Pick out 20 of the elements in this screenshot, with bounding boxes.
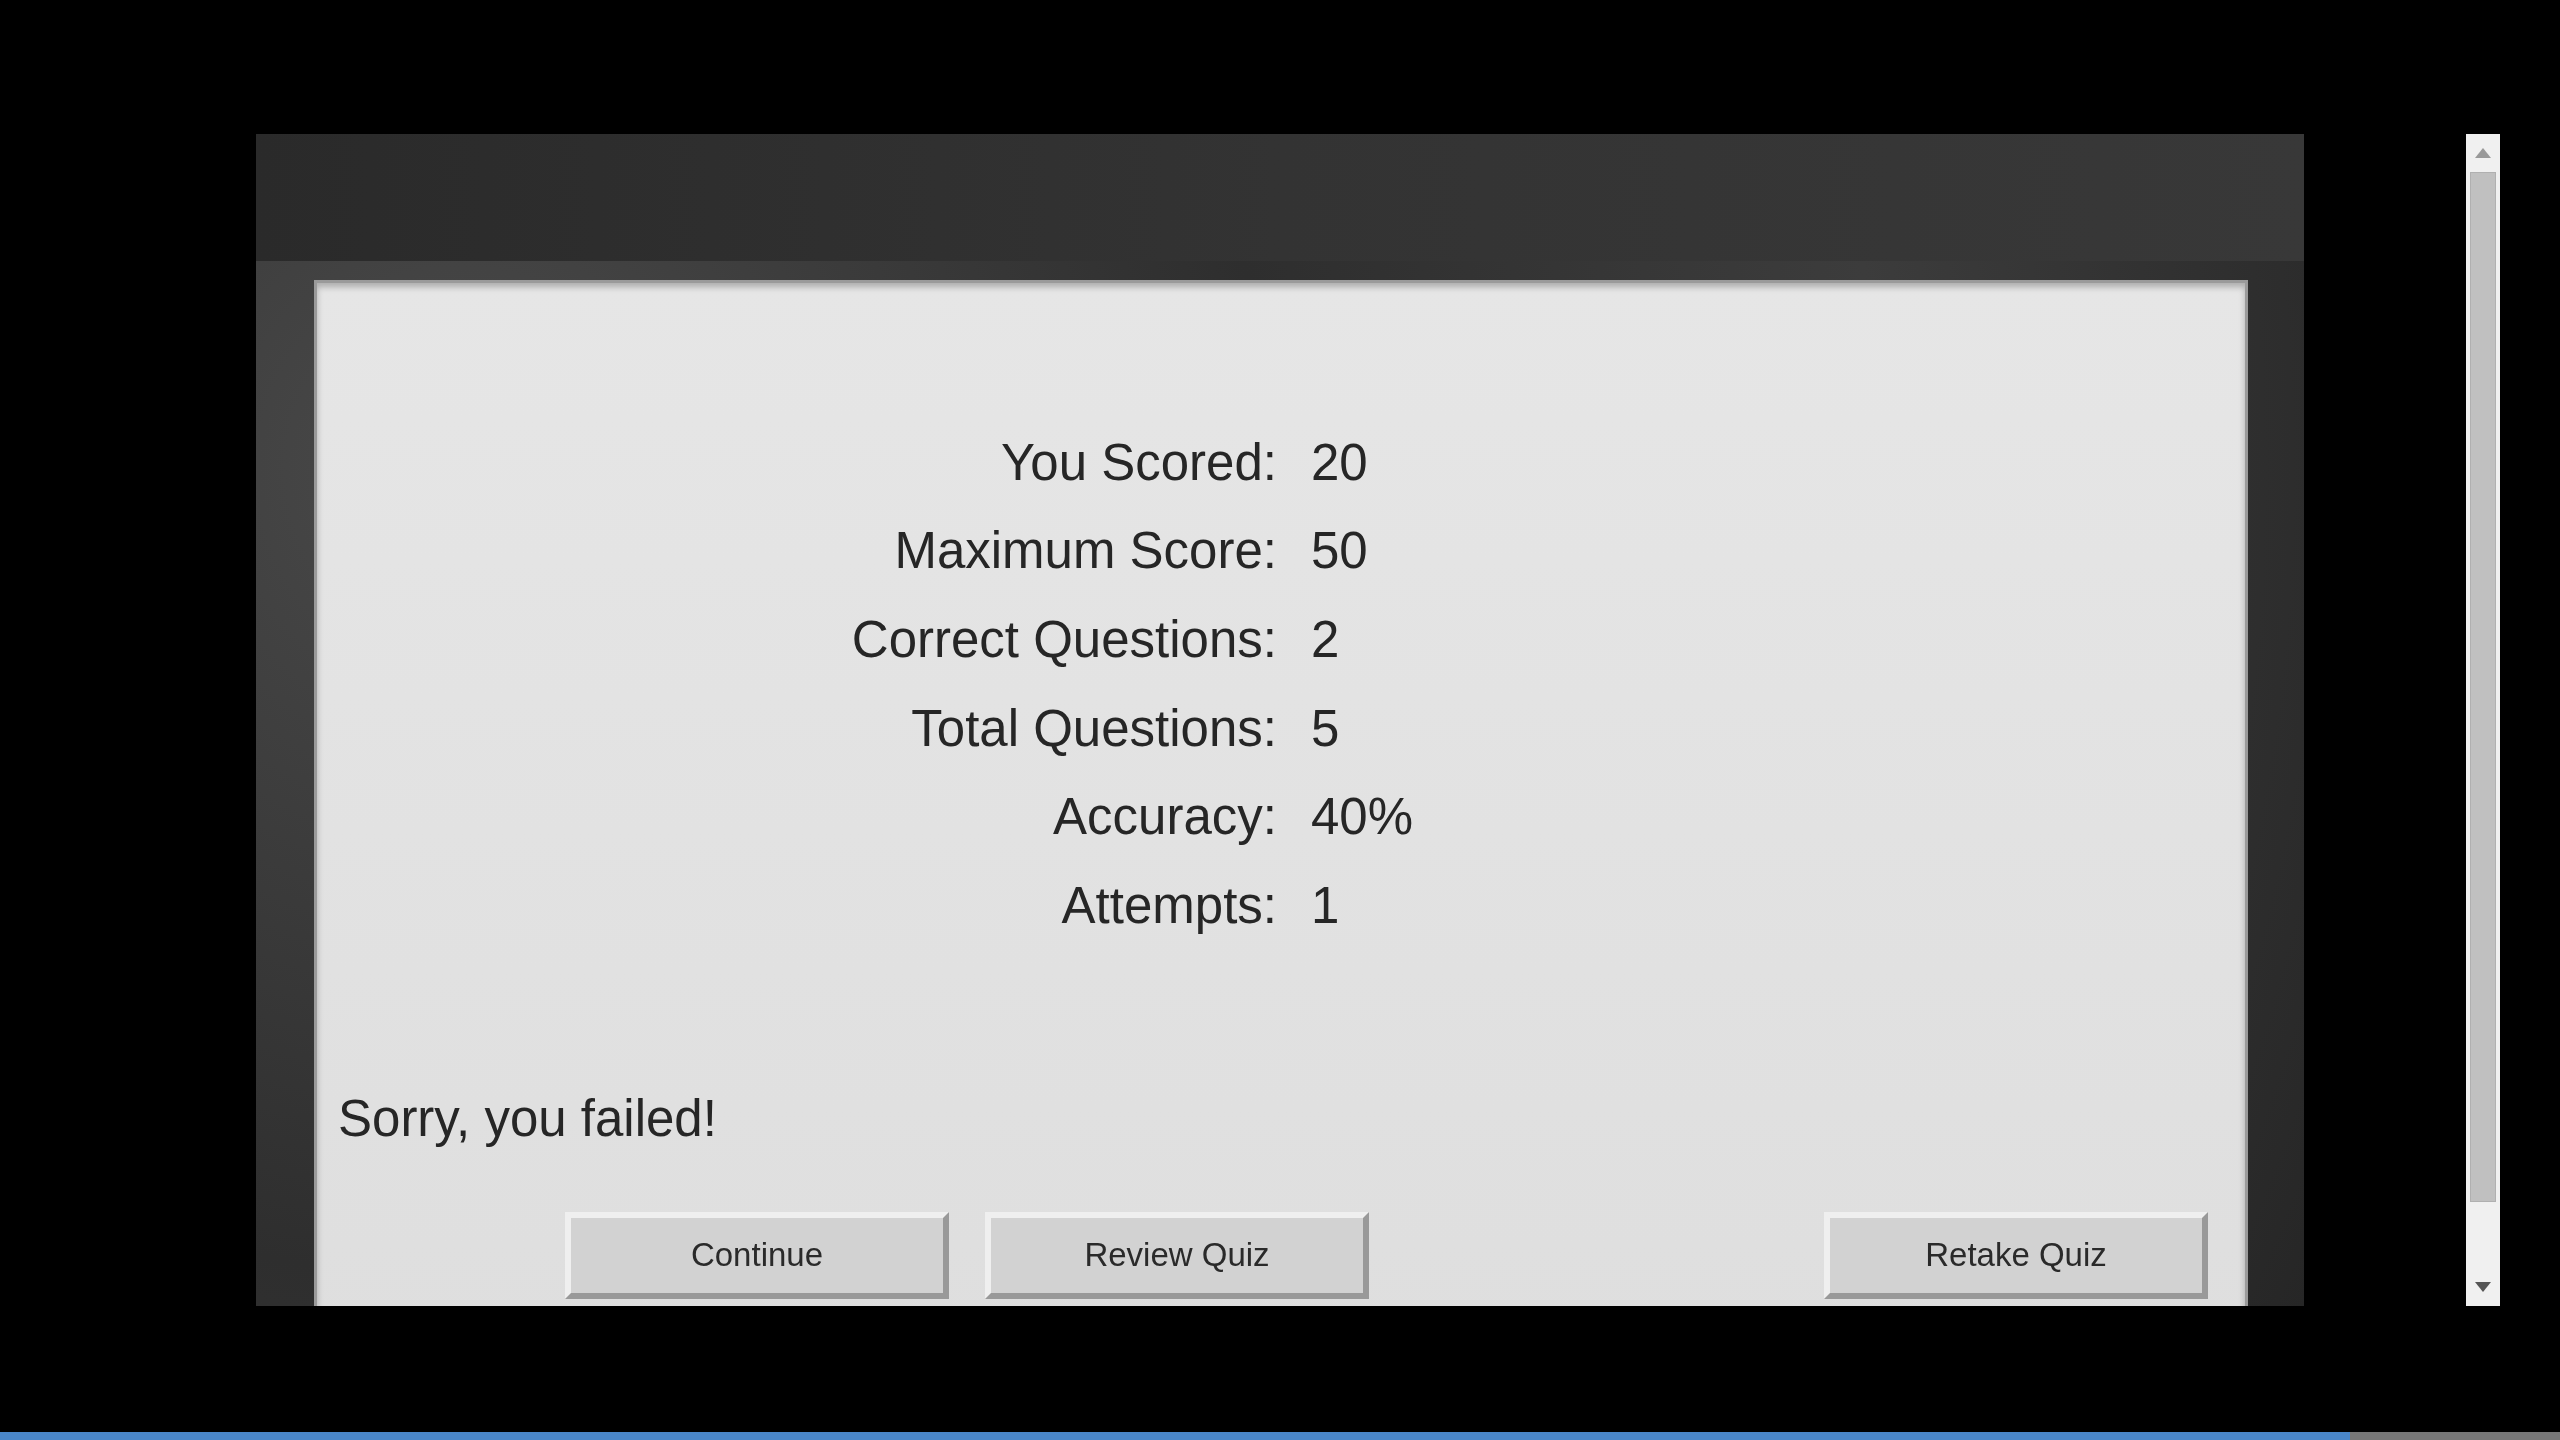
- result-label: You Scored:: [1001, 432, 1277, 492]
- result-value: 40%: [1311, 787, 1414, 847]
- result-value: 2: [1311, 610, 1340, 669]
- result-label: Accuracy:: [1053, 787, 1277, 847]
- result-message: Sorry, you failed!: [338, 1088, 717, 1149]
- scroll-up-icon[interactable]: [2475, 148, 2491, 158]
- scrollbar[interactable]: [2466, 134, 2500, 1306]
- result-label: Total Questions:: [911, 698, 1277, 758]
- quiz-button[interactable]: Retake Quiz: [1824, 1211, 2208, 1299]
- result-label: Correct Questions:: [851, 610, 1277, 669]
- result-label: Maximum Score:: [894, 521, 1277, 581]
- quiz-button[interactable]: Continue: [565, 1211, 949, 1299]
- scroll-down-icon[interactable]: [2475, 1282, 2491, 1292]
- result-value: 5: [1311, 698, 1340, 758]
- result-value: 20: [1311, 432, 1368, 492]
- result-value: 50: [1311, 521, 1368, 581]
- result-label: Attempts:: [1061, 875, 1277, 935]
- result-value: 1: [1311, 875, 1340, 935]
- scrollbar-thumb[interactable]: [2470, 172, 2496, 1202]
- quiz-button[interactable]: Review Quiz: [985, 1211, 1369, 1299]
